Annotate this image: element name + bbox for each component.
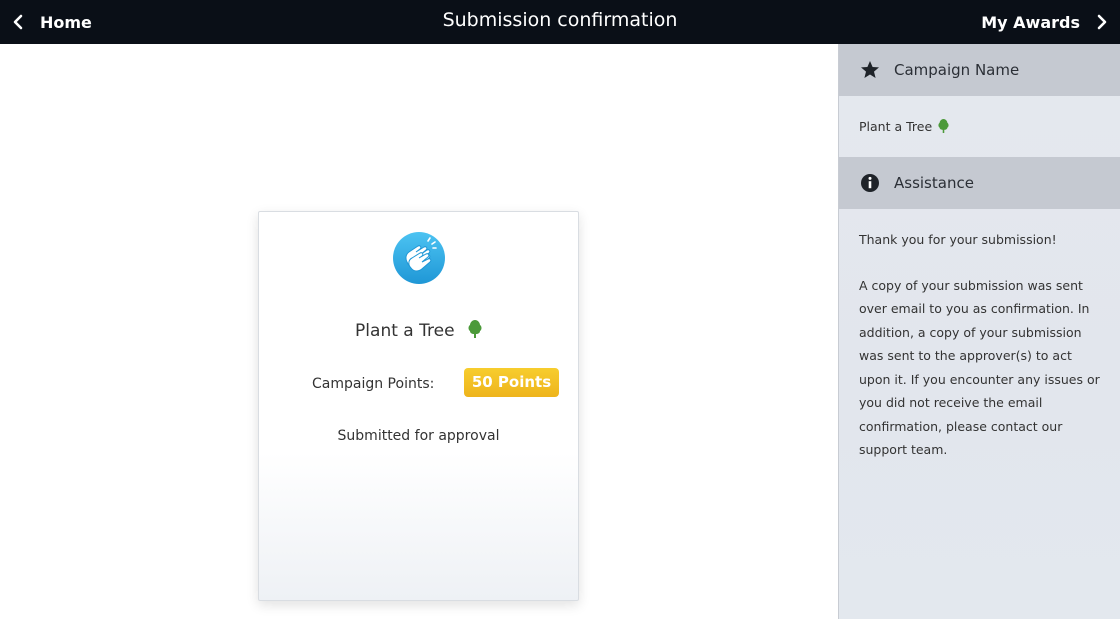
submission-status: Submitted for approval: [337, 428, 500, 444]
assistance-thanks: Thank you for your submission!: [859, 232, 1057, 247]
info-icon: [861, 174, 879, 192]
confirmation-card: Plant a Tree Campaign Points: 50 Points …: [258, 211, 579, 601]
chevron-left-icon: [13, 14, 23, 30]
home-nav-link[interactable]: Home: [8, 0, 92, 44]
campaign-title-text: Plant a Tree: [355, 321, 455, 341]
assistance-header: Assistance: [839, 157, 1120, 209]
page-title: Submission confirmation: [442, 9, 678, 31]
campaign-name-body: Plant a Tree: [859, 115, 1101, 139]
chevron-right-icon: [1097, 14, 1107, 30]
my-awards-nav-link[interactable]: My Awards: [981, 0, 1110, 44]
my-awards-nav-label: My Awards: [981, 12, 1080, 32]
points-badge: 50 Points: [464, 368, 559, 397]
top-navigation-bar: Home Submission confirmation My Awards: [0, 0, 1120, 44]
campaign-name-value: Plant a Tree: [859, 119, 933, 134]
campaign-name-header: Campaign Name: [839, 44, 1120, 96]
campaign-points-label: Campaign Points:: [312, 376, 435, 392]
clapping-hands-icon: [393, 232, 445, 284]
assistance-text: A copy of your submission was sent over …: [859, 277, 1100, 458]
home-nav-label: Home: [40, 12, 92, 32]
main-content: Plant a Tree Campaign Points: 50 Points …: [0, 44, 838, 619]
assistance-heading: Assistance: [894, 174, 974, 192]
star-icon: [861, 61, 879, 78]
tree-icon: [938, 119, 949, 133]
info-sidebar: Campaign Name Plant a Tree Assistance Th…: [838, 44, 1120, 619]
assistance-body: Thank you for your submission! A copy of…: [859, 228, 1101, 462]
tree-icon: [468, 320, 482, 338]
campaign-title: Plant a Tree: [259, 320, 578, 341]
campaign-name-heading: Campaign Name: [894, 61, 1020, 79]
